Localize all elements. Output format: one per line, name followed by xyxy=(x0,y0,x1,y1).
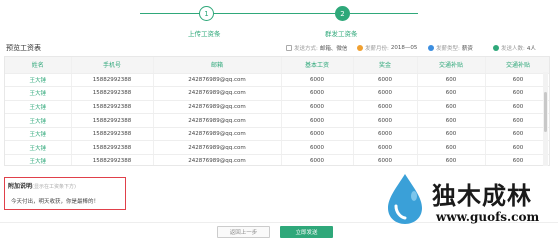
cell-phone: 15882992388 xyxy=(71,86,154,101)
note-title-text: 附加说明 xyxy=(8,183,33,190)
cell-transport-2: 600 xyxy=(485,113,549,128)
watermark-url: www.guofs.com xyxy=(436,210,540,224)
note-textarea[interactable]: 今天付出，明天收获，你是最棒的！ xyxy=(11,197,99,205)
send-method-value: 邮箱、微信 xyxy=(319,46,348,52)
meta-type: 发薪类型: 薪资 xyxy=(428,44,473,52)
cell-transport: 600 xyxy=(417,113,486,128)
cell-base-salary: 6000 xyxy=(281,73,354,88)
column-header-email[interactable]: 邮箱 xyxy=(153,57,282,74)
cell-phone: 15882992388 xyxy=(71,100,154,115)
column-header-bonus[interactable]: 奖金 xyxy=(353,57,418,74)
cell-transport: 600 xyxy=(417,73,486,88)
stepper-line-middle xyxy=(213,13,335,14)
table-row: 王大锤 15882992388 242876989@qq.com 6000 60… xyxy=(5,73,549,88)
cell-name[interactable]: 王大锤 xyxy=(5,73,72,88)
cell-bonus: 6000 xyxy=(353,113,418,128)
table-row: 王大锤 15882992388 242876989@qq.com 6000 60… xyxy=(5,113,549,128)
table-row: 王大锤 15882992388 242876989@qq.com 6000 60… xyxy=(5,100,549,115)
cell-phone: 15882992388 xyxy=(71,154,154,165)
cell-transport: 600 xyxy=(417,86,486,101)
cell-base-salary: 6000 xyxy=(281,113,354,128)
table-row: 王大锤 15882992388 242876989@qq.com 6000 60… xyxy=(5,86,549,101)
cell-base-salary: 6000 xyxy=(281,127,354,142)
meta-count: 发送人数: 4人 xyxy=(493,44,536,52)
cell-bonus: 6000 xyxy=(353,100,418,115)
cell-transport-2: 600 xyxy=(485,127,549,142)
cell-email: 242876989@qq.com xyxy=(153,113,282,128)
cell-name[interactable]: 王大锤 xyxy=(5,100,72,115)
cell-bonus: 6000 xyxy=(353,154,418,165)
cell-base-salary: 6000 xyxy=(281,140,354,156)
salary-table: 姓名 手机号 邮箱 基本工资 奖金 交通补贴 交通补贴 王大锤 15882992… xyxy=(4,56,550,166)
table-scrollbar[interactable] xyxy=(543,72,548,166)
cell-transport: 600 xyxy=(417,154,486,165)
month-value: 2018—05 xyxy=(390,45,418,51)
cell-transport: 600 xyxy=(417,100,486,115)
note-hint: (显示在工资条下方) xyxy=(32,184,76,190)
cell-bonus: 6000 xyxy=(353,73,418,88)
step-1-circle[interactable]: 1 xyxy=(199,6,214,21)
cell-name[interactable]: 王大锤 xyxy=(5,113,72,128)
cell-email: 242876989@qq.com xyxy=(153,154,282,165)
meta-send-method: 发送方式: 邮箱、微信 xyxy=(286,44,347,52)
column-header-transport[interactable]: 交通补贴 xyxy=(417,57,486,74)
note-title: 附加说明(显示在工资条下方) xyxy=(8,181,76,190)
cell-base-salary: 6000 xyxy=(281,154,354,165)
column-header-name[interactable]: 姓名 xyxy=(5,57,72,74)
scrollbar-thumb[interactable] xyxy=(544,92,547,132)
type-value: 薪资 xyxy=(461,46,473,52)
cell-transport-2: 600 xyxy=(485,73,549,88)
cell-bonus: 6000 xyxy=(353,127,418,142)
cell-name[interactable]: 王大锤 xyxy=(5,154,72,165)
cell-phone: 15882992388 xyxy=(71,113,154,128)
cell-name[interactable]: 王大锤 xyxy=(5,86,72,101)
type-icon xyxy=(428,45,434,51)
cell-base-salary: 6000 xyxy=(281,100,354,115)
table-row: 王大锤 15882992388 242876989@qq.com 6000 60… xyxy=(5,154,549,165)
cell-email: 242876989@qq.com xyxy=(153,140,282,156)
column-header-transport-2[interactable]: 交通补贴 xyxy=(485,57,549,74)
table-header-row: 姓名 手机号 邮箱 基本工资 奖金 交通补贴 交通补贴 xyxy=(5,57,549,74)
cell-email: 242876989@qq.com xyxy=(153,127,282,142)
watermark: 独木成林 www.guofs.com xyxy=(380,168,555,238)
cell-bonus: 6000 xyxy=(353,86,418,101)
preview-title: 预览工资表 xyxy=(6,44,41,52)
cell-transport: 600 xyxy=(417,127,486,142)
watermark-title: 独木成林 xyxy=(432,181,532,210)
cell-transport-2: 600 xyxy=(485,154,549,165)
step-2-circle[interactable]: 2 xyxy=(335,6,350,21)
cell-phone: 15882992388 xyxy=(71,140,154,156)
cell-name[interactable]: 王大锤 xyxy=(5,140,72,156)
meta-month: 发薪月份: 2018—05 xyxy=(357,44,417,52)
cell-bonus: 6000 xyxy=(353,140,418,156)
send-icon xyxy=(286,45,292,51)
stepper-line-left xyxy=(140,13,200,14)
cell-transport: 600 xyxy=(417,140,486,156)
cell-email: 242876989@qq.com xyxy=(153,73,282,88)
cell-transport-2: 600 xyxy=(485,86,549,101)
calendar-icon xyxy=(357,45,363,51)
cell-name[interactable]: 王大锤 xyxy=(5,127,72,142)
user-icon xyxy=(493,45,499,51)
count-value: 4人 xyxy=(526,46,536,52)
cell-email: 242876989@qq.com xyxy=(153,86,282,101)
step-2-label[interactable]: 群发工资条 xyxy=(325,28,358,38)
cell-email: 242876989@qq.com xyxy=(153,100,282,115)
table-row: 王大锤 15882992388 242876989@qq.com 6000 60… xyxy=(5,140,549,156)
note-box: 附加说明(显示在工资条下方) 今天付出，明天收获，你是最棒的！ xyxy=(4,177,126,210)
column-header-base-salary[interactable]: 基本工资 xyxy=(281,57,354,74)
stepper: 1 上传工资条 2 群发工资条 xyxy=(0,0,558,40)
column-header-phone[interactable]: 手机号 xyxy=(71,57,154,74)
cell-phone: 15882992388 xyxy=(71,127,154,142)
cell-base-salary: 6000 xyxy=(281,86,354,101)
water-drop-logo-icon xyxy=(388,174,422,224)
table-row: 王大锤 15882992388 242876989@qq.com 6000 60… xyxy=(5,127,549,142)
step-1-label[interactable]: 上传工资条 xyxy=(188,28,221,38)
cell-transport-2: 600 xyxy=(485,140,549,156)
cell-transport-2: 600 xyxy=(485,100,549,115)
stepper-line-right xyxy=(350,13,418,14)
back-button[interactable]: 返回上一步 xyxy=(217,226,270,238)
send-now-button[interactable]: 立即发送 xyxy=(280,226,333,238)
cell-phone: 15882992388 xyxy=(71,73,154,88)
